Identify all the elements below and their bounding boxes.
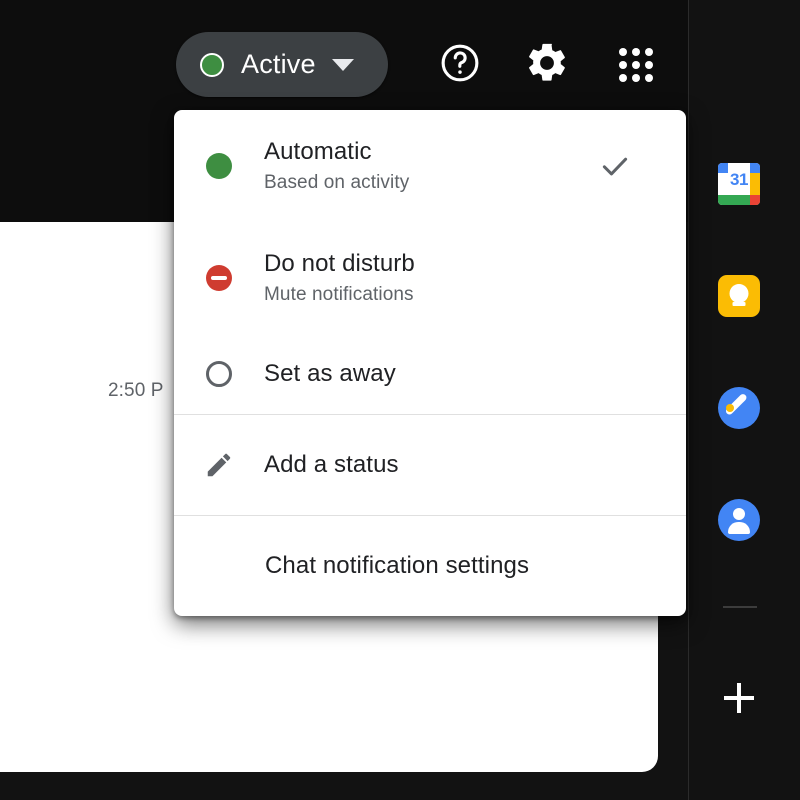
check-icon [598,149,632,183]
gear-icon [524,40,570,91]
green-dot-icon [174,153,264,179]
sidebar-add-button[interactable] [711,670,767,726]
google-contacts-icon [718,499,760,541]
menu-item-set-as-away[interactable]: Set as away [174,334,686,414]
status-pill-button[interactable]: Active [176,32,388,97]
menu-item-chat-notification-settings[interactable]: Chat notification settings [174,516,686,616]
side-panel: 31 [688,0,800,800]
away-circle-icon [174,361,264,387]
add-icon [724,683,754,713]
google-tasks-icon [718,387,760,429]
do-not-disturb-icon [174,265,264,291]
status-dropdown-menu: Automatic Based on activity Do not distu… [174,110,686,616]
menu-item-text: Do not disturb Mute notifications [264,249,686,307]
menu-item-do-not-disturb[interactable]: Do not disturb Mute notifications [174,222,686,334]
menu-item-title: Do not disturb [264,250,415,278]
calendar-day-number: 31 [730,170,748,189]
menu-item-text: Add a status [264,450,686,480]
google-apps-button[interactable] [613,42,659,88]
sidebar-item-tasks[interactable] [711,380,767,436]
help-icon [438,41,482,90]
sidebar-item-contacts[interactable] [711,492,767,548]
status-pill-label: Active [241,49,316,79]
chevron-down-icon [331,58,354,71]
menu-item-automatic[interactable]: Automatic Based on activity [174,110,686,222]
menu-item-title: Add a status [264,451,399,478]
status-dot-icon [200,52,224,77]
sidebar-divider [723,606,757,608]
settings-button[interactable] [524,42,570,88]
help-button[interactable] [437,42,483,88]
sidebar-item-keep[interactable] [711,268,767,324]
sidebar-item-calendar[interactable]: 31 [711,156,767,212]
menu-item-title: Set as away [264,360,396,387]
menu-item-title: Chat notification settings [265,552,530,579]
menu-item-subtitle: Mute notifications [264,284,414,306]
apps-grid-icon [619,48,653,82]
message-timestamp: 2:50 P [108,380,164,401]
pencil-icon [174,450,264,480]
app-root: 2:50 P Active 31 Automatic Based on acti… [0,0,800,800]
google-keep-icon [718,275,760,317]
google-calendar-icon: 31 [718,163,760,205]
menu-item-text: Set as away [264,359,686,389]
menu-item-add-a-status[interactable]: Add a status [174,415,686,515]
